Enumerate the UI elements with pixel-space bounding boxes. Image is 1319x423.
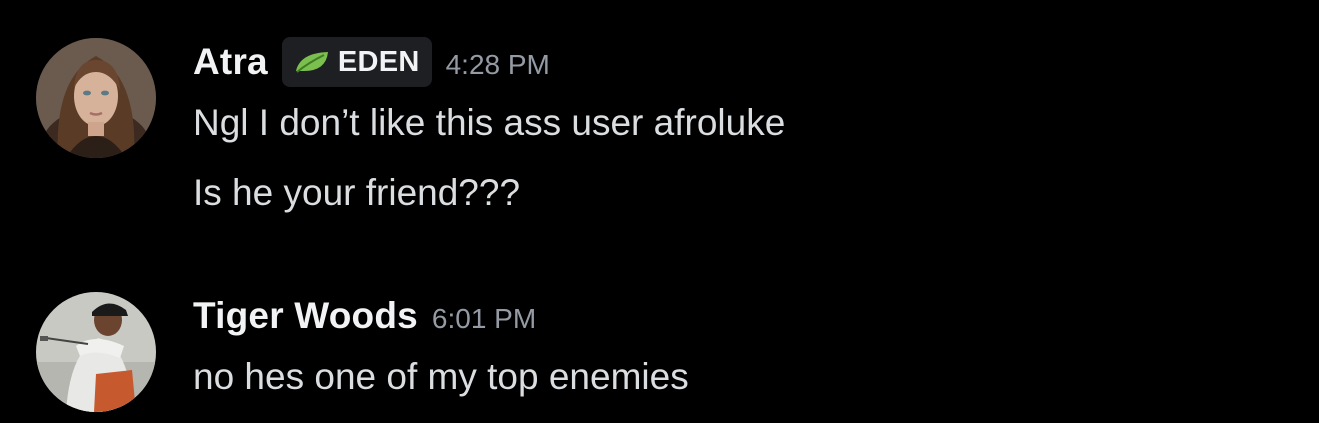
leaf-icon	[295, 52, 328, 73]
message-timestamp: 6:01 PM	[431, 303, 537, 334]
golfer-avatar-icon	[36, 292, 156, 412]
message-timestamp: 4:28 PM	[445, 49, 550, 80]
chat-message-list: Atra EDEN 4:28 PM Ngl I don’t like this …	[0, 0, 1319, 423]
message-text: no hes one of my top enemies	[193, 356, 689, 397]
message-text: Ngl I don’t like this ass user afroluke	[193, 102, 786, 143]
username[interactable]: Atra	[193, 41, 268, 83]
user-avatar[interactable]	[36, 38, 156, 158]
message-header: Tiger Woods 6:01 PM	[193, 290, 536, 342]
user-avatar[interactable]	[36, 292, 156, 412]
message-header: Atra EDEN 4:28 PM	[193, 36, 550, 88]
portrait-avatar-icon	[36, 38, 156, 158]
username[interactable]: Tiger Woods	[193, 295, 418, 337]
guild-tag-label: EDEN	[337, 45, 420, 78]
message-text: Is he your friend???	[193, 172, 521, 213]
guild-tag-badge[interactable]: EDEN	[281, 37, 432, 87]
